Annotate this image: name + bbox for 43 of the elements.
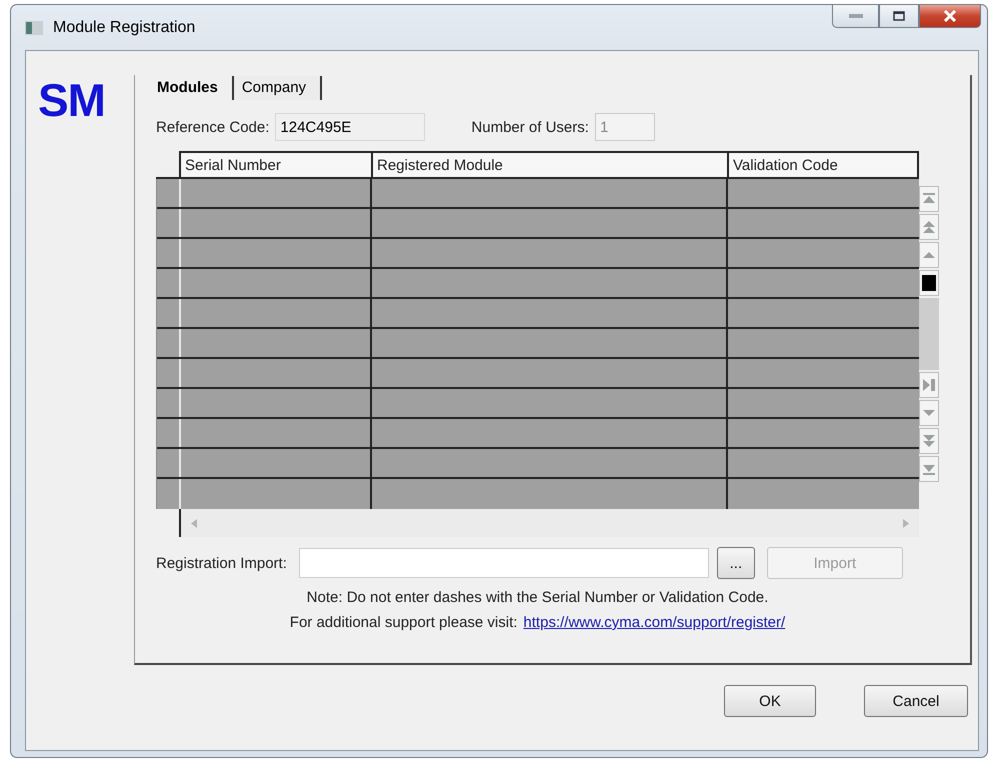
column-header[interactable]: Registered Module [371, 151, 727, 179]
cancel-button[interactable]: Cancel [864, 685, 968, 717]
first-icon [923, 193, 935, 205]
left-arrow-icon [191, 518, 197, 528]
support-link[interactable]: https://www.cyma.com/support/register/ [523, 614, 786, 631]
page-up-button[interactable] [919, 214, 939, 240]
minimize-icon [848, 14, 862, 18]
horizontal-scrollbar[interactable] [179, 509, 919, 537]
browse-button[interactable]: ... [716, 547, 755, 579]
note-text: Note: Do not enter dashes with the Serial Number or Validation Code. [306, 589, 770, 606]
scroll-track[interactable] [919, 298, 939, 370]
double-down-icon [923, 435, 935, 447]
ok-button[interactable]: OK [724, 685, 816, 717]
minimize-button[interactable] [832, 4, 879, 28]
column-header[interactable]: Validation Code [727, 151, 919, 179]
registration-import-field[interactable] [298, 548, 709, 578]
field-label: Number of Users: [471, 118, 589, 136]
last-record-button[interactable] [919, 456, 939, 482]
right-arrow-icon [903, 518, 909, 528]
maximize-icon [893, 11, 905, 21]
square-icon [922, 275, 936, 291]
end-icon [923, 379, 935, 391]
app-icon [25, 20, 43, 34]
tab[interactable]: Company [234, 76, 322, 100]
double-up-icon [923, 221, 935, 233]
reference-code-field[interactable]: 124C495E [275, 113, 426, 141]
scroll-thumb[interactable] [919, 270, 939, 296]
column-header[interactable]: Serial Number [179, 151, 371, 179]
close-button[interactable] [919, 4, 981, 28]
logo: SM [38, 77, 106, 128]
end-button[interactable] [919, 372, 939, 398]
maximize-button[interactable] [879, 4, 919, 28]
field-label: Registration Import: [156, 554, 287, 572]
down-arrow-icon [923, 410, 935, 416]
close-icon [943, 10, 957, 22]
field-label: Reference Code: [156, 118, 270, 136]
window-title: Module Registration [53, 18, 196, 36]
first-record-button[interactable] [919, 186, 939, 212]
support-text: For additional support please visit: [290, 614, 518, 631]
up-arrow-icon [923, 252, 935, 258]
down-button[interactable] [919, 400, 939, 426]
page-down-button[interactable] [919, 428, 939, 454]
last-icon [923, 463, 935, 475]
